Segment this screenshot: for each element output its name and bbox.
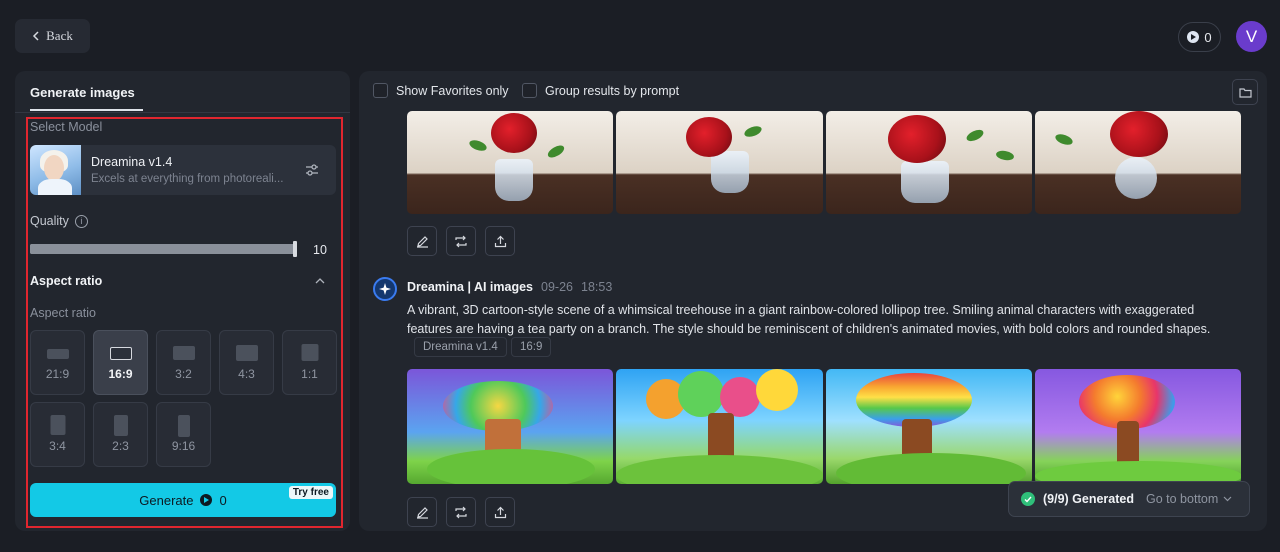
user-avatar[interactable]: V [1236, 21, 1267, 52]
upload-icon [494, 506, 506, 518]
dreamina-logo-icon [373, 277, 397, 301]
generated-image[interactable] [1034, 111, 1241, 214]
generated-image[interactable] [825, 111, 1032, 214]
show-favorites-label: Show Favorites only [396, 83, 509, 98]
chevron-left-icon [33, 31, 39, 41]
image-grid-roses [407, 111, 1241, 214]
generated-image[interactable] [1034, 369, 1241, 484]
post-header: Dreamina | AI images 09-26 18:53 [407, 280, 612, 294]
results-panel: Show Favorites only Group results by pro… [359, 71, 1267, 531]
generate-panel: Generate images Select Model Dreamina v1… [15, 71, 350, 531]
credits-count: 0 [1204, 29, 1212, 45]
generated-image[interactable] [616, 111, 823, 214]
generated-image[interactable] [825, 369, 1032, 484]
highlight-annotation-box [26, 117, 343, 528]
generated-image[interactable] [407, 369, 614, 484]
post-time: 18:53 [581, 280, 613, 294]
check-circle-icon [1021, 492, 1035, 506]
edit-button[interactable] [407, 497, 437, 527]
checkbox-box[interactable] [522, 83, 537, 98]
pencil-icon [416, 235, 428, 248]
export-button[interactable] [485, 226, 515, 256]
image-actions-2 [407, 497, 515, 527]
post-prompt: A vibrant, 3D cartoon-style scene of a w… [407, 303, 1211, 336]
folder-icon [1238, 87, 1252, 98]
show-favorites-checkbox[interactable]: Show Favorites only [373, 83, 509, 98]
panel-divider [15, 112, 350, 113]
credits-pill[interactable]: 0 [1178, 22, 1221, 52]
generated-status: (9/9) Generated [1043, 492, 1135, 506]
regenerate-button[interactable] [446, 497, 476, 527]
repeat-icon [455, 506, 467, 518]
generated-image[interactable] [616, 369, 823, 484]
edit-button[interactable] [407, 226, 437, 256]
repeat-icon [455, 235, 467, 247]
image-actions-1 [407, 226, 515, 256]
upload-icon [494, 235, 506, 247]
credit-coin-icon [1187, 31, 1200, 43]
tab-generate-images[interactable]: Generate images [30, 85, 135, 100]
generated-image[interactable] [407, 111, 614, 214]
folder-button[interactable] [1232, 79, 1258, 105]
post-author: Dreamina | AI images [407, 280, 534, 294]
image-grid-treehouse [407, 369, 1241, 484]
post-date: 09-26 [541, 280, 573, 294]
pencil-icon [416, 506, 428, 519]
checkbox-box[interactable] [373, 83, 388, 98]
ratio-tag: 16:9 [511, 337, 552, 357]
go-to-bottom-label: Go to bottom [1146, 492, 1219, 506]
group-results-label: Group results by prompt [545, 83, 680, 98]
back-button[interactable]: Back [15, 19, 90, 53]
chevron-down-icon [1223, 496, 1232, 502]
export-button[interactable] [485, 497, 515, 527]
regenerate-button[interactable] [446, 226, 476, 256]
group-results-checkbox[interactable]: Group results by prompt [522, 83, 679, 98]
back-label: Back [46, 28, 73, 43]
tab-underline [30, 109, 143, 111]
generation-status-toast: (9/9) Generated Go to bottom [1008, 481, 1250, 517]
go-to-bottom-link[interactable]: Go to bottom [1146, 492, 1232, 506]
model-tag: Dreamina v1.4 [414, 337, 507, 357]
